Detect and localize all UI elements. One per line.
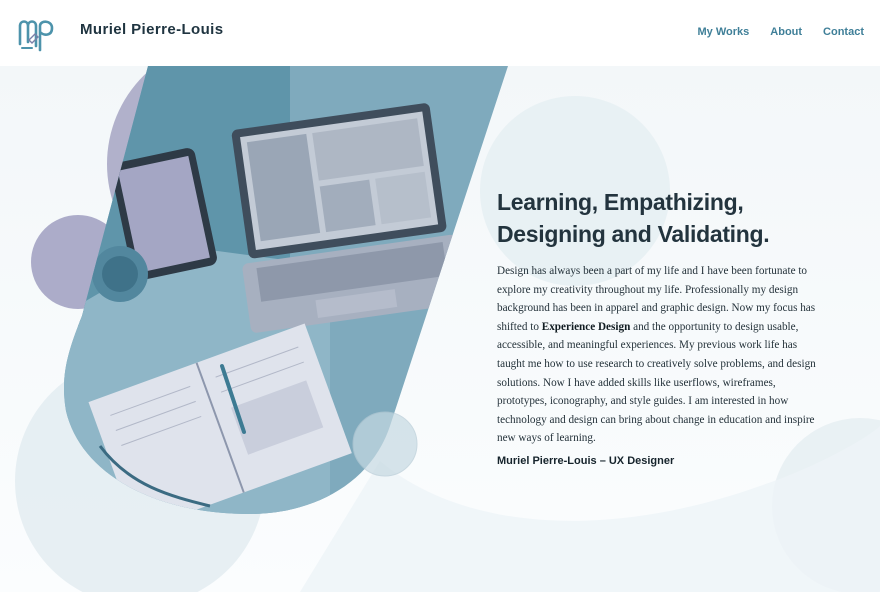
bio-emphasis: Experience Design (541, 320, 631, 333)
bio-paragraph: Design has always been a part of my life… (497, 262, 817, 448)
main-nav: My Works About Contact (698, 26, 864, 38)
hero-content: Learning, Empathizing, Designing and Val… (497, 186, 817, 467)
nav-my-works[interactable]: My Works (698, 26, 750, 38)
nav-contact[interactable]: Contact (823, 26, 864, 38)
nav-about[interactable]: About (770, 26, 802, 38)
headline-line-2: Designing and Validating. (497, 221, 770, 247)
logo-icon (18, 20, 54, 52)
mp-logo[interactable] (16, 12, 56, 52)
site-title[interactable]: Muriel Pierre-Louis (80, 21, 223, 38)
bio-text-end: and the opportunity to design usable, ac… (497, 320, 816, 445)
headline-line-1: Learning, Empathizing, (497, 189, 744, 215)
hero-headline: Learning, Empathizing, Designing and Val… (497, 186, 817, 250)
signature: Muriel Pierre-Louis – UX Designer (497, 454, 675, 467)
site-header: Muriel Pierre-Louis My Works About Conta… (0, 0, 880, 66)
decor-circle (352, 411, 418, 477)
